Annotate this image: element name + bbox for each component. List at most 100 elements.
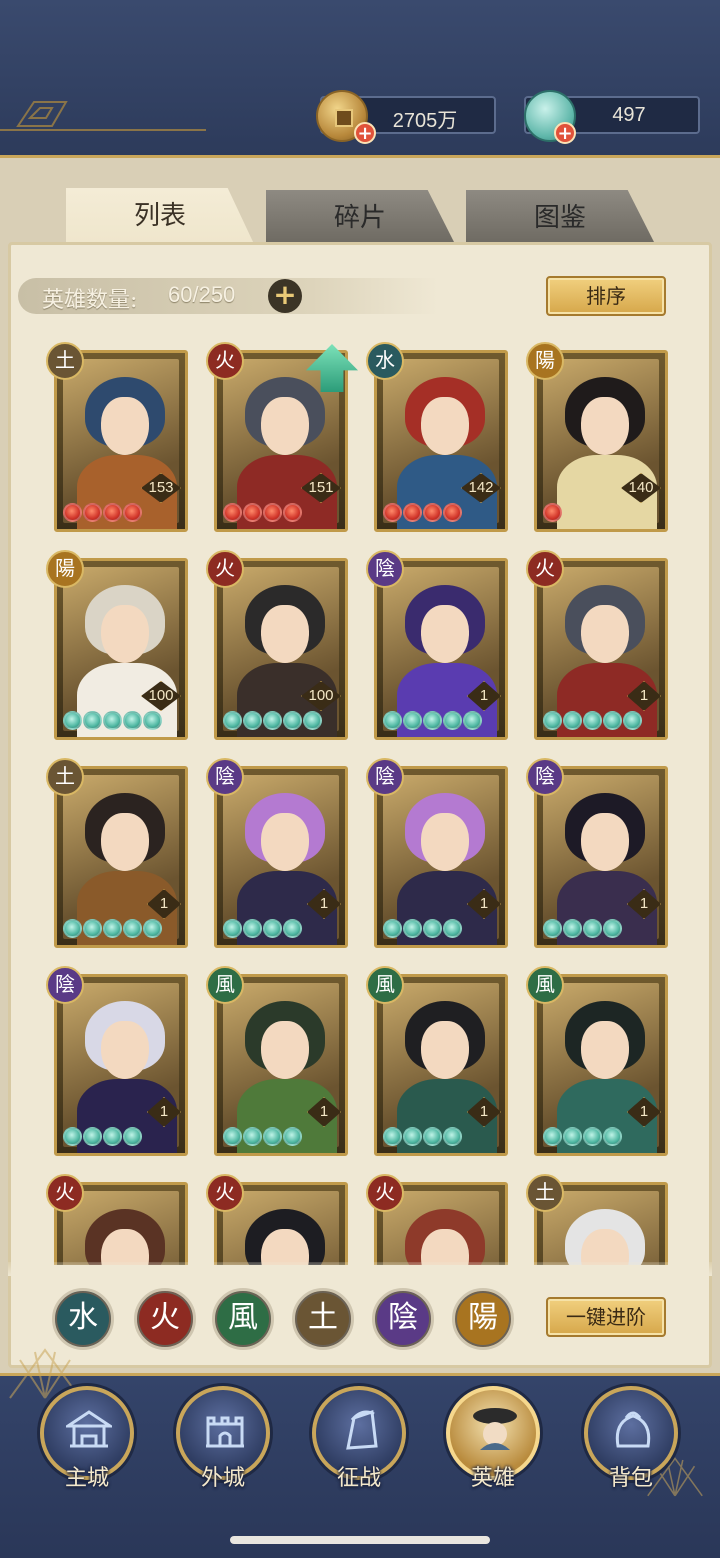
hero-stars: [63, 503, 142, 525]
tab-fragments[interactable]: 碎片: [266, 190, 454, 242]
one-click-advance-button[interactable]: 一键进阶: [546, 1297, 666, 1337]
star-icon: [423, 1127, 442, 1146]
star-icon: [83, 503, 102, 522]
hero-stars: [223, 503, 302, 525]
star-icon: [243, 711, 262, 730]
tab-list[interactable]: 列表: [66, 188, 254, 244]
star-icon: [143, 711, 162, 730]
star-icon: [83, 919, 102, 938]
star-icon: [603, 919, 622, 938]
star-icon: [403, 503, 422, 522]
wind-element-icon[interactable]: 風: [212, 1288, 274, 1350]
star-icon: [443, 1127, 462, 1146]
star-icon: [103, 503, 122, 522]
star-icon: [263, 919, 282, 938]
star-icon: [383, 1127, 402, 1146]
star-icon: [243, 503, 262, 522]
star-icon: [223, 919, 242, 938]
expand-capacity-button[interactable]: +: [268, 279, 302, 313]
hero-face: [421, 1021, 469, 1079]
main-city-icon: [66, 1410, 112, 1448]
star-icon: [123, 503, 142, 522]
hero-stars: [383, 1127, 462, 1149]
star-icon: [83, 711, 102, 730]
home-indicator: [230, 1536, 490, 1544]
star-icon: [543, 1127, 562, 1146]
element-badge-icon: 火: [206, 342, 244, 380]
element-badge-icon: 火: [366, 1174, 404, 1212]
star-icon: [603, 1127, 622, 1146]
star-icon: [283, 919, 302, 938]
star-icon: [263, 1127, 282, 1146]
star-icon: [563, 1127, 582, 1146]
element-badge-icon: 火: [206, 1174, 244, 1212]
element-badge-icon: 火: [46, 1174, 84, 1212]
hero-stars: [383, 711, 482, 733]
star-icon: [383, 503, 402, 522]
hero-face: [581, 813, 629, 871]
star-icon: [403, 711, 422, 730]
element-badge-icon: 火: [526, 550, 564, 588]
hero-face: [581, 1021, 629, 1079]
hero-stars: [543, 711, 642, 733]
grid-fade: [8, 1262, 712, 1276]
nav-label: 外城: [200, 1466, 245, 1491]
tab-collection[interactable]: 图鉴: [466, 190, 654, 242]
hero-face: [581, 397, 629, 455]
element-badge-icon: 陽: [46, 550, 84, 588]
hero-face: [261, 605, 309, 663]
star-icon: [83, 1127, 102, 1146]
star-icon: [123, 919, 142, 938]
star-icon: [223, 503, 242, 522]
campaign-icon: [346, 1409, 378, 1450]
element-badge-icon: 水: [366, 342, 404, 380]
hero-stars: [223, 711, 322, 733]
star-icon: [103, 711, 122, 730]
element-badge-icon: 風: [206, 966, 244, 1004]
star-icon: [543, 503, 562, 522]
coin-counter[interactable]: + 2705万: [316, 90, 496, 144]
jade-value: 497: [612, 104, 646, 126]
earth-element-icon[interactable]: 土: [292, 1288, 354, 1350]
star-icon: [623, 711, 642, 730]
star-icon: [103, 919, 122, 938]
element-badge-icon: 風: [366, 966, 404, 1004]
hero-face: [421, 813, 469, 871]
star-icon: [583, 1127, 602, 1146]
star-icon: [563, 711, 582, 730]
fire-element-icon[interactable]: 火: [134, 1288, 196, 1350]
star-icon: [603, 711, 622, 730]
star-icon: [63, 1127, 82, 1146]
element-badge-icon: 陰: [46, 966, 84, 1004]
star-icon: [143, 919, 162, 938]
element-badge-icon: 土: [526, 1174, 564, 1212]
star-icon: [563, 919, 582, 938]
cloud-ornament-icon: [0, 101, 206, 131]
hero-stars: [63, 1127, 142, 1149]
element-badge-icon: 火: [206, 550, 244, 588]
element-badge-icon: 陰: [366, 758, 404, 796]
yang-element-icon[interactable]: 陽: [452, 1288, 514, 1350]
star-icon: [263, 503, 282, 522]
star-icon: [423, 711, 442, 730]
star-icon: [123, 711, 142, 730]
star-icon: [403, 1127, 422, 1146]
hero-count-label: 英雄数量:: [42, 288, 138, 313]
sort-button[interactable]: 排序: [546, 276, 666, 316]
hero-face: [101, 605, 149, 663]
nav-label: 英雄: [470, 1466, 515, 1491]
star-icon: [103, 1127, 122, 1146]
hero-face: [101, 813, 149, 871]
yin-element-icon[interactable]: 陰: [372, 1288, 434, 1350]
hero-face: [421, 605, 469, 663]
hero-stars: [543, 919, 622, 941]
element-badge-icon: 土: [46, 758, 84, 796]
hero-stars: [223, 919, 302, 941]
hero-stars: [543, 503, 562, 525]
star-icon: [63, 711, 82, 730]
star-icon: [583, 919, 602, 938]
star-icon: [543, 711, 562, 730]
jade-counter[interactable]: + 497: [524, 90, 700, 144]
star-icon: [443, 711, 462, 730]
hero-face: [101, 1021, 149, 1079]
